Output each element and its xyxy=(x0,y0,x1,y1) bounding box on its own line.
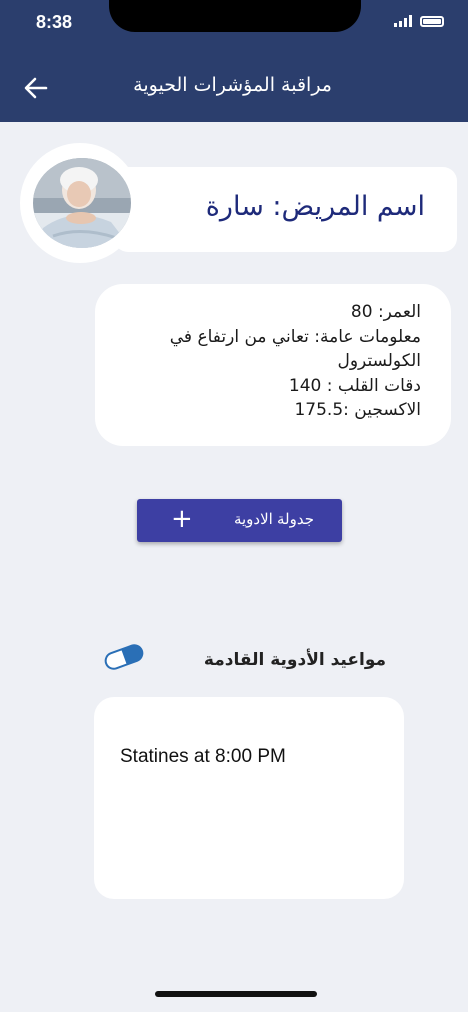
status-time: 8:38 xyxy=(36,12,73,32)
schedule-medication-button[interactable]: + جدولة الادوية xyxy=(137,499,342,542)
medication-list-card: Statines at 8:00 PM xyxy=(94,697,404,899)
app-header: 8:38 مراقبة المؤشرات الحيوية xyxy=(0,0,468,122)
home-indicator[interactable] xyxy=(155,991,317,997)
schedule-medication-label: جدولة الادوية xyxy=(233,511,314,528)
plus-icon: + xyxy=(171,504,193,534)
patient-info-list: العمر: 80 معلومات عامة: تعاني من ارتفاع … xyxy=(121,300,421,423)
signal-icon xyxy=(394,15,412,27)
info-oxygen: الاكسجين :175.5 xyxy=(294,400,421,420)
back-button[interactable] xyxy=(22,74,50,102)
arrow-left-icon xyxy=(24,77,48,99)
info-heart-rate: دقات القلب : 140 xyxy=(288,375,421,396)
list-item[interactable]: Statines at 8:00 PM xyxy=(120,746,286,768)
pill-icon xyxy=(102,644,146,674)
info-general: معلومات عامة: تعاني من ارتفاع في الكولست… xyxy=(169,326,421,372)
patient-name-card: اسم المريض: سارة xyxy=(114,167,457,252)
patient-name: اسم المريض: سارة xyxy=(205,191,425,222)
upcoming-medications-title: مواعيد الأدوية القادمة xyxy=(203,650,386,670)
device-notch xyxy=(109,0,361,32)
info-age: العمر: 80 xyxy=(350,302,421,322)
battery-icon xyxy=(420,15,444,27)
avatar xyxy=(33,158,131,248)
patient-info-card: العمر: 80 معلومات عامة: تعاني من ارتفاع … xyxy=(95,284,451,446)
page-title: مراقبة المؤشرات الحيوية xyxy=(133,74,332,96)
status-icons xyxy=(394,15,444,27)
